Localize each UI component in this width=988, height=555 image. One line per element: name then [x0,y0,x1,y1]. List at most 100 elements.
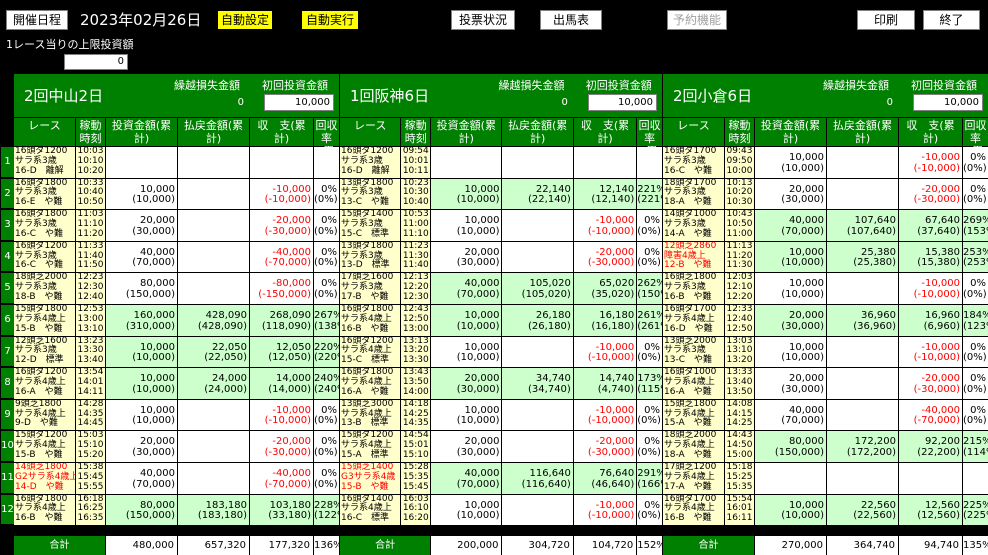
pay-line: (24,000) [204,383,247,395]
race-info-line: 15-B や難 [15,449,63,460]
race-info[interactable]: 15頭ダ1800 サラ系4歳上 15-B や難 [14,305,75,336]
race-pay [178,241,249,273]
inv-line: (70,000) [132,478,175,490]
race-info[interactable]: 16頭ダ1800 サラ系3歳 16-C や難 [14,210,75,241]
race-info-line: 15-A や難 [664,418,712,429]
race-info[interactable]: 14頭ダ1000 サラ系3歳 14-A や難 [663,210,724,241]
race-rate [963,463,988,494]
race-rate: 220%(220%) [314,336,339,368]
row-number: 9 [1,399,14,431]
race-info[interactable]: 16頭ダ1800 サラ系4歳上 16-A や難 [340,368,401,399]
bal-line: (37,640) [917,225,960,237]
race-info[interactable]: 17頭芝1200 サラ系4歳上 17-A や難 [663,463,724,494]
race-info[interactable]: 16頭ダ1200 サラ系4歳上 15-C 標準 [340,336,401,368]
pay-line: (36,960) [853,320,896,332]
race-info[interactable]: 15頭ダ1400 サラ系3歳 15-C 標準 [340,210,401,241]
pay-line: (22,050) [204,352,247,364]
race-info[interactable]: 12頭芝1600 サラ系3歳 12-D 標準 [14,336,75,368]
race-time: 13:13 13:20 13:30 [401,336,431,368]
race-pay [502,210,573,241]
race-info[interactable]: 18頭芝2000 サラ系3歳 18-B や難 [14,273,75,304]
race-pay [827,463,898,494]
race-rate: 0% (0%) [963,273,988,304]
race-bal: 12,140 (12,140) [573,178,637,210]
schedule-button[interactable]: 開催日程 [6,10,68,30]
race-time: 14:08 14:15 14:25 [725,399,754,431]
first-invest-input[interactable]: 10,000 [587,94,658,111]
carry-loss-value: 0 [237,97,244,108]
race-info[interactable]: 12頭芝2860 障害4歳上 12-B や難 [663,241,724,273]
race-info[interactable]: 14頭芝1800 G2サラ系4歳上 14-D や難 [14,463,75,494]
race-rate: 253%(253%) [963,241,988,273]
race-pay [178,273,249,304]
race-info[interactable]: 15頭ダ1200 サラ系4歳上 15-A 標準 [340,431,401,462]
race-info[interactable]: 16頭ダ1700 サラ系3歳 16-C や難 [663,147,724,178]
race-info[interactable]: 16頭ダ1200 サラ系4歳上 16-A や難 [14,368,75,399]
time-line: 15:35 [726,481,753,492]
race-bal: 12,560 (12,560) [899,494,962,526]
time-line: 16:20 [402,513,429,524]
race-bal: -10,000 (-10,000) [899,336,962,368]
row-number: 12 [1,494,14,526]
race-rate: 262%(150%) [637,273,662,304]
race-info[interactable]: 16頭ダ1400 サラ系4歳上 16-C 標準 [340,494,401,526]
race-time: 10:33 10:40 10:50 [76,178,105,210]
first-invest-input[interactable]: 10,000 [264,94,334,111]
race-info[interactable]: 13頭ダ1800 サラ系3歳 13-D 標準 [340,241,401,273]
bal-line: (12,560) [917,510,960,522]
column-header-rate: 回収率(累計) [963,118,988,171]
limit-input[interactable]: 0 [64,54,128,70]
time-line: 12:50 [726,323,753,334]
race-info[interactable]: 18頭ダ1700 サラ系3歳 18-A や難 [663,178,724,210]
inv-line: 10,000 [464,310,500,321]
first-invest-input[interactable]: 10,000 [913,94,983,111]
race-info[interactable]: 13頭ダ1800 サラ系3歳 13-C や難 [340,178,401,210]
race-info[interactable]: 13頭芝3000 サラ系4歳上 13-B 標準 [340,399,401,431]
race-info[interactable]: 16頭芝1800 サラ系3歳 16-B や難 [663,273,724,304]
race-info[interactable]: 13頭芝2000 サラ系3歳 13-C や難 [663,336,724,368]
total-pay: 304,720 [502,536,573,555]
race-info[interactable]: 16頭ダ1800 サラ系3歳 16-E や難 [14,178,75,210]
race-bal: 16,180 (16,180) [573,305,637,336]
race-bal: 65,020 (35,020) [573,273,637,304]
race-info[interactable]: 15頭芝1800 サラ系4歳上 15-A や難 [663,399,724,431]
race-inv: 10,000 (10,000) [431,336,502,368]
time-line: 12:40 [77,291,104,302]
race-info-line: 14-D や難 [15,481,64,492]
race-bal: -80,000 (-150,000) [250,273,313,304]
race-info[interactable]: 16頭ダ1200 サラ系3歳 16-C や難 [14,241,75,273]
race-pay: 172,200 (172,200) [827,431,898,462]
race-inv: 10,000 (10,000) [755,494,826,526]
race-info[interactable]: 9頭芝1800 サラ系4歳上 9-D や難 [14,399,75,431]
exit-button[interactable]: 終了 [923,10,980,30]
limit-label: 1レース当りの上限投資額 [6,38,134,51]
vote-status-button[interactable]: 投票状況 [451,10,515,30]
race-info[interactable]: 16頭ダ1200 サラ系3歳 16-D 離解 [14,147,75,178]
reserve-button[interactable]: 予約機能 [667,10,727,30]
race-info[interactable]: 16頭ダ1000 サラ系4歳上 16-A や難 [663,368,724,399]
rate-line: (0%) [963,383,987,395]
auto-setting-button[interactable]: 自動設定 [217,10,273,30]
rate-line: (0%) [314,415,338,427]
race-info[interactable]: 16頭ダ1700 サラ系4歳上 16-B や難 [663,494,724,526]
row-number: 7 [1,336,14,368]
race-rate: 0% (0%) [314,399,339,431]
race-info[interactable]: 16頭ダ1200 サラ系3歳 16-D 離解 [340,147,401,178]
race-info-line: 16-B や難 [15,513,63,524]
race-info[interactable]: 16頭ダ1700 サラ系4歳上 16-D や難 [663,305,724,336]
entries-button[interactable]: 出馬表 [540,10,602,30]
race-info[interactable]: 15頭芝1400 G3サラ系4歳 15-B や難 [340,463,401,494]
print-button[interactable]: 印刷 [857,10,915,30]
race-info[interactable]: 18頭芝2000 サラ系4歳上 18-A や難 [663,431,724,462]
race-inv: 20,000 (30,000) [755,178,826,210]
race-info[interactable]: 17頭芝1600 サラ系3歳 17-B や難 [340,273,401,304]
race-info[interactable]: 16頭ダ1800 サラ系4歳上 16-B や難 [340,305,401,336]
race-time: 12:33 12:40 12:50 [725,305,754,336]
race-rate: 0% (0%) [637,399,662,431]
race-info[interactable]: 15頭ダ1200 サラ系4歳上 15-B や難 [14,431,75,462]
race-inv: 40,000 (70,000) [106,241,177,273]
race-inv: 10,000 (10,000) [755,147,826,178]
race-info[interactable]: 16頭ダ1800 サラ系4歳上 16-B や難 [14,494,75,526]
column-header-bal: 収 支(累計) [899,118,962,146]
auto-run-button[interactable]: 自動実行 [301,10,359,30]
